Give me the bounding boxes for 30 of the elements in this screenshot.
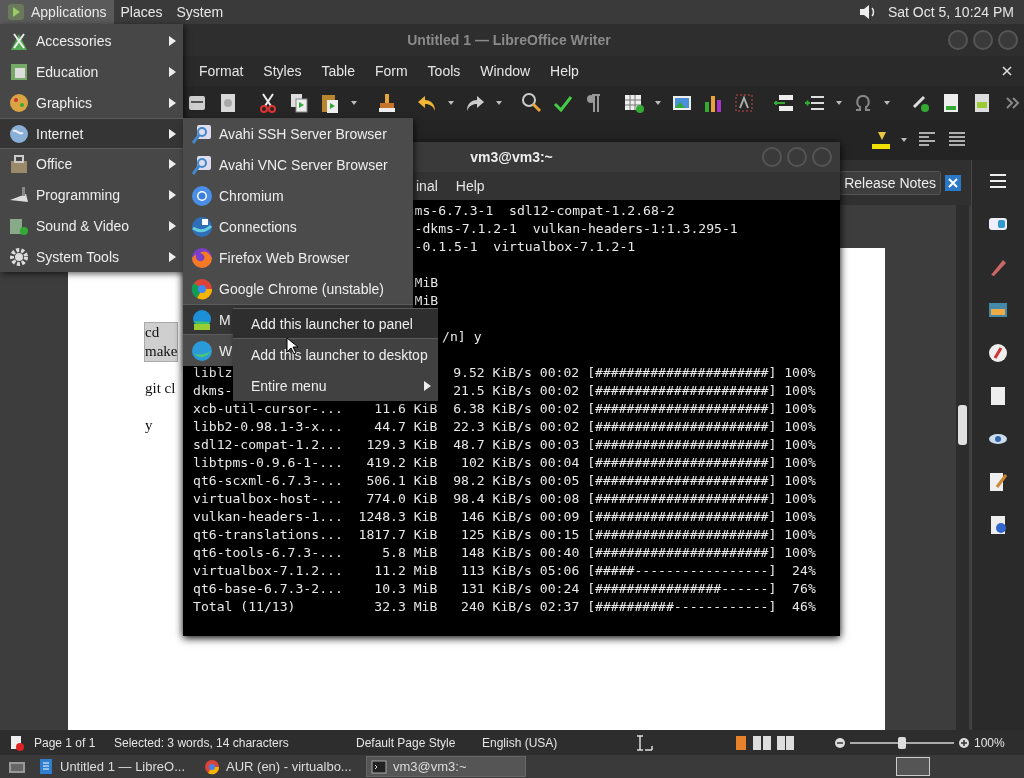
terminal-line: libb2-0.98.1-3-x... 44.7 KiB 22.3 KiB/s 00:02 [######################] 100%: [193, 420, 816, 434]
terminal-line: virtualbox-host-... 774.0 KiB 98.4 KiB/s 00:08 [######################] 100%: [193, 492, 816, 506]
terminal-line: -0.1.5-1 virtualbox-7.1.2-1: [414, 240, 636, 254]
selection-info: Selected: 3 words, 14 characters: [114, 735, 289, 750]
terminal-line: libtpms-0.9.6-1-... 419.2 KiB 102 KiB/s 00:04 [######################] 100%: [193, 456, 816, 470]
terminal-line: qt6-base-6.7.3-2... 10.3 MiB 131 KiB/s 00:24 [################------] 76%: [193, 582, 816, 596]
terminal-text: 9.52 KiB/s 00:02 [######################] 100%: [453, 366, 816, 380]
terminal-line: vulkan-headers-1... 1248.3 KiB 146 KiB/s 00:09 [######################] 100%: [193, 510, 816, 524]
terminal-line: xcb-util-cursor-... 11.6 KiB 6.38 KiB/s 00:02 [######################] 100%: [193, 402, 816, 416]
terminal-line: MiB: [414, 294, 439, 308]
window-title: vm3@vm3:~: [470, 149, 553, 165]
document-text: cd: [145, 323, 160, 342]
terminal-line: Total (11/13) 32.3 MiB 240 KiB/s 02:37 [##########------------] 46%: [193, 600, 816, 614]
terminal-line: /n] y: [442, 330, 482, 344]
document-text: y: [145, 416, 153, 435]
terminal-line: qt6-scxml-6.7.3-... 506.1 KiB 98.2 KiB/s 00:05 [######################] 100%: [193, 474, 816, 488]
terminal-line: -dkms-7.1.2-1 vulkan-headers-1:1.3.295-1: [414, 222, 738, 236]
terminal-text: liblz: [193, 366, 233, 380]
terminal-line: ms-6.7.3-1 sdl12-compat-1.2.68-2: [414, 204, 675, 218]
terminal-text: dkms-: [193, 384, 233, 398]
terminal-line: virtualbox-7.1.2... 11.2 MiB 113 KiB/s 05:06 [#####-----------------] 24%: [193, 564, 816, 578]
terminal-line: sdl12-compat-1.2... 129.3 KiB 48.7 KiB/s 00:03 [######################] 100%: [193, 438, 816, 452]
page-count: Page 1 of 1: [34, 735, 96, 750]
window-title: Untitled 1 — LibreOffice Writer: [407, 32, 611, 48]
document-text: make: [145, 342, 178, 361]
terminal-line: qt6-tools-6.7.3-... 5.8 MiB 148 KiB/s 00:40 [######################] 100%: [193, 546, 816, 560]
terminal-text: 21.5 KiB/s 00:02 [######################] 100%: [453, 384, 816, 398]
terminal-line: MiB: [414, 276, 439, 290]
terminal-line: qt6-translations... 1817.7 KiB 125 KiB/s 00:15 [######################] 100%: [193, 528, 816, 542]
document-text: git cl: [145, 379, 176, 398]
